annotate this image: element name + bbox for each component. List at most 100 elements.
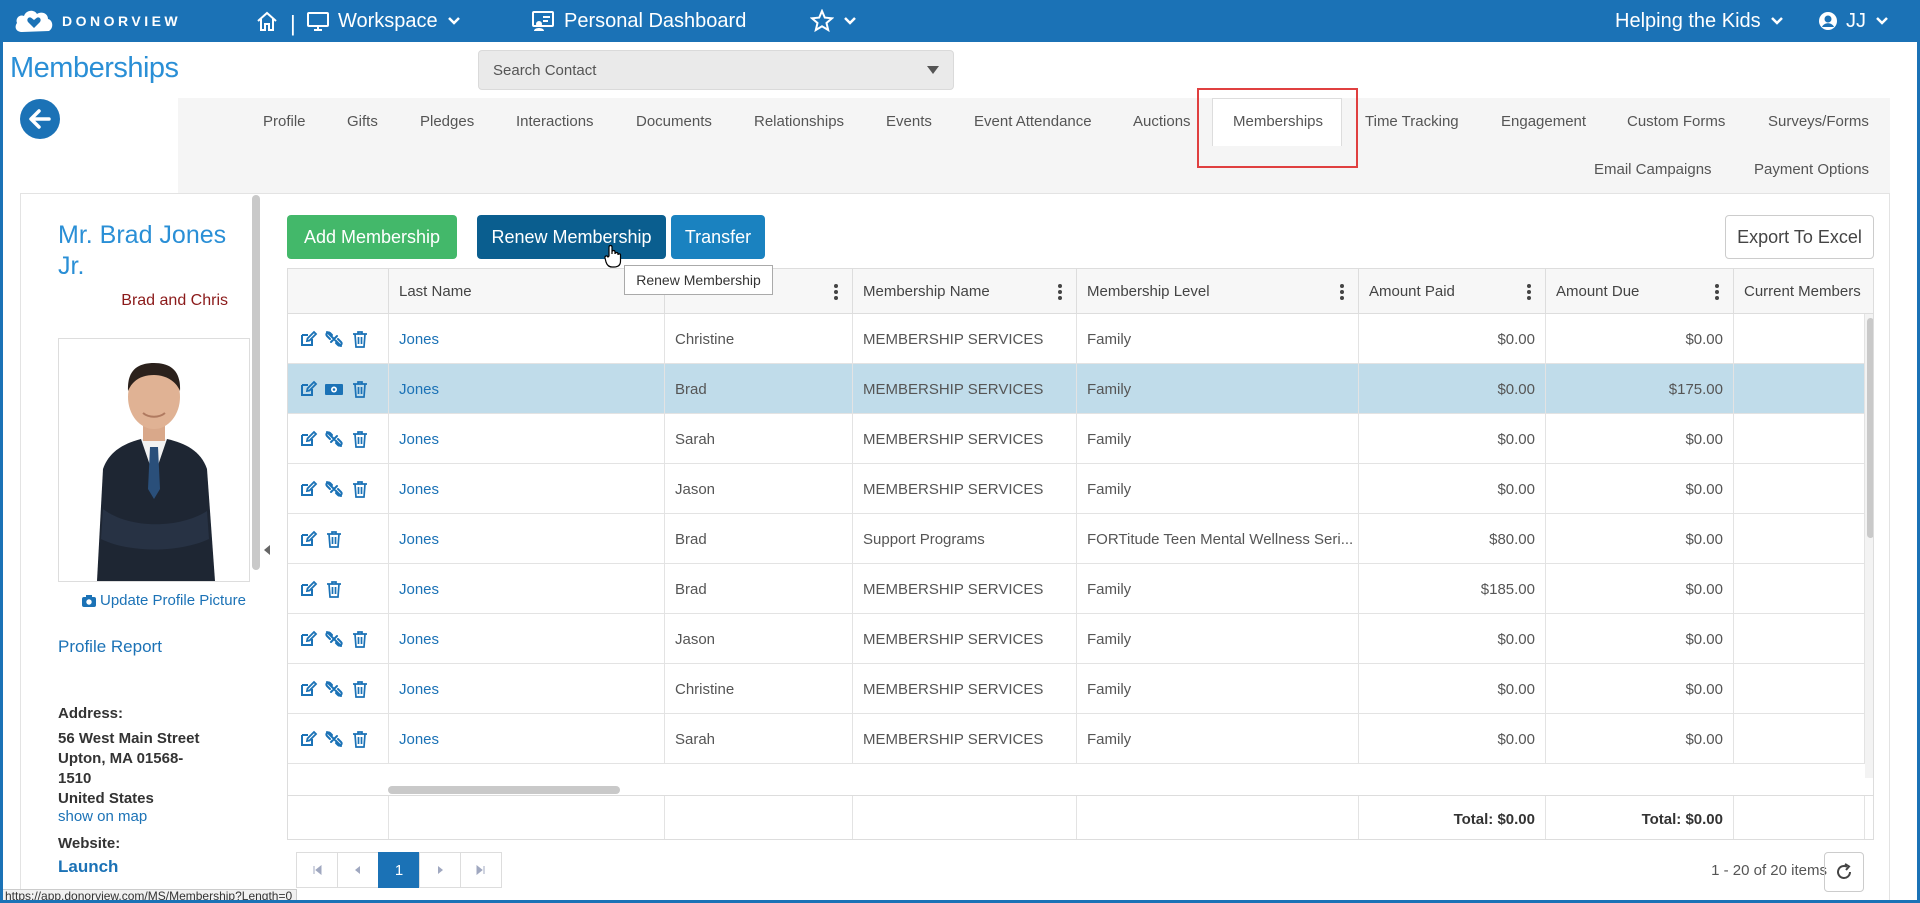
table-row[interactable]: Jones Jason MEMBERSHIP SERVICES Family $0.00… [288,464,1865,514]
unlink-icon[interactable] [324,329,344,349]
workspace-menu[interactable]: Workspace [306,0,462,42]
first-page-button[interactable] [296,852,338,888]
tab-documents[interactable]: Documents [636,113,712,130]
edit-icon[interactable] [298,729,318,749]
grid-horizontal-scrollbar[interactable] [388,786,620,794]
cell-last[interactable]: Jones [399,531,439,548]
profile-panel-scrollbar[interactable] [252,195,260,570]
grid-header-amount-paid[interactable]: Amount Paid [1359,269,1546,314]
page-1-button[interactable]: 1 [378,852,420,888]
delete-icon[interactable] [350,379,370,399]
delete-icon[interactable] [350,679,370,699]
cell-last[interactable]: Jones [399,581,439,598]
edit-icon[interactable] [298,529,318,549]
table-row[interactable]: Jones Brad MEMBERSHIP SERVICES Family $185.0… [288,564,1865,614]
delete-icon[interactable] [350,429,370,449]
tab-payment-options[interactable]: Payment Options [1754,161,1869,178]
table-cell[interactable]: Jones [389,714,665,764]
update-profile-picture-link[interactable]: Update Profile Picture [82,592,246,609]
grid-vertical-scrollbar[interactable] [1865,314,1873,778]
cell-last[interactable]: Jones [399,481,439,498]
next-page-button[interactable] [419,852,461,888]
cell-last[interactable]: Jones [399,631,439,648]
tab-interactions[interactable]: Interactions [516,113,594,130]
table-cell[interactable]: Jones [389,514,665,564]
delete-icon[interactable] [350,479,370,499]
column-menu-icon[interactable] [1340,283,1344,300]
table-row[interactable]: Jones Brad Support Programs FORTitude Teen … [288,514,1865,564]
tab-event-attendance[interactable]: Event Attendance [974,113,1092,130]
unlink-icon[interactable] [324,629,344,649]
delete-icon[interactable] [350,729,370,749]
tab-custom-forms[interactable]: Custom Forms [1627,113,1725,130]
edit-icon[interactable] [298,679,318,699]
column-menu-icon[interactable] [1527,283,1531,300]
table-row[interactable]: Jones Jason MEMBERSHIP SERVICES Family $0.00… [288,614,1865,664]
show-on-map-link[interactable]: show on map [58,808,147,825]
profile-report-link[interactable]: Profile Report [58,637,162,657]
tab-relationships[interactable]: Relationships [754,113,844,130]
column-menu-icon[interactable] [1058,283,1062,300]
last-page-button[interactable] [460,852,502,888]
table-cell[interactable]: Jones [389,464,665,514]
column-menu-icon[interactable] [834,283,838,300]
cell-last[interactable]: Jones [399,731,439,748]
edit-icon[interactable] [298,329,318,349]
tab-surveys-forms[interactable]: Surveys/Forms [1768,113,1869,130]
cell-last[interactable]: Jones [399,431,439,448]
table-cell[interactable]: Jones [389,414,665,464]
table-cell[interactable]: Jones [389,314,665,364]
organization-menu[interactable]: Helping the Kids [1615,0,1785,42]
favorites-menu[interactable] [810,0,858,42]
delete-icon[interactable] [324,529,344,549]
tab-gifts[interactable]: Gifts [347,113,378,130]
grid-header-membership-name[interactable]: Membership Name [853,269,1077,314]
tab-email-campaigns[interactable]: Email Campaigns [1594,161,1712,178]
table-cell[interactable]: Jones [389,664,665,714]
tab-time-tracking[interactable]: Time Tracking [1365,113,1459,130]
unlink-icon[interactable] [324,679,344,699]
personal-dashboard-link[interactable]: Personal Dashboard [530,0,746,42]
edit-icon[interactable] [298,379,318,399]
delete-icon[interactable] [350,629,370,649]
unlink-icon[interactable] [324,479,344,499]
table-cell[interactable]: Jones [389,364,665,414]
money-icon[interactable] [324,379,344,399]
donorview-logo[interactable]: DONORVIEW [14,8,181,34]
edit-icon[interactable] [298,579,318,599]
table-cell[interactable]: Jones [389,614,665,664]
table-row[interactable]: Jones Brad MEMBERSHIP SERVICES Family $0.00 $… [288,364,1865,414]
grid-header-membership-level[interactable]: Membership Level [1077,269,1359,314]
edit-icon[interactable] [298,479,318,499]
refresh-button[interactable] [1824,852,1864,892]
edit-icon[interactable] [298,629,318,649]
grid-header-current-members[interactable]: Current Members [1734,269,1865,314]
add-membership-button[interactable]: Add Membership [287,215,457,259]
prev-page-button[interactable] [337,852,379,888]
table-cell[interactable]: Jones [389,564,665,614]
delete-icon[interactable] [350,329,370,349]
table-row[interactable]: Jones Sarah MEMBERSHIP SERVICES Family $0.00… [288,414,1865,464]
table-row[interactable]: Jones Christine MEMBERSHIP SERVICES Family $… [288,314,1865,364]
tab-engagement[interactable]: Engagement [1501,113,1586,130]
tab-pledges[interactable]: Pledges [420,113,474,130]
search-contact-input[interactable]: Search Contact [478,50,954,90]
transfer-button[interactable]: Transfer [671,215,765,259]
edit-icon[interactable] [298,429,318,449]
website-launch-link[interactable]: Launch [58,857,118,877]
tab-auctions[interactable]: Auctions [1133,113,1191,130]
user-menu[interactable]: JJ [1818,0,1890,42]
delete-icon[interactable] [324,579,344,599]
export-to-excel-button[interactable]: Export To Excel [1725,215,1874,259]
column-menu-icon[interactable] [1715,283,1719,300]
cell-last[interactable]: Jones [399,381,439,398]
cell-last[interactable]: Jones [399,681,439,698]
back-button[interactable] [20,99,60,139]
home-button[interactable] [255,0,279,42]
cell-last[interactable]: Jones [399,331,439,348]
grid-header-amount-due[interactable]: Amount Due [1546,269,1734,314]
unlink-icon[interactable] [324,729,344,749]
tab-profile[interactable]: Profile [263,113,306,130]
renew-membership-button[interactable]: Renew Membership [477,215,666,259]
dropdown-arrow-icon[interactable] [927,66,939,74]
